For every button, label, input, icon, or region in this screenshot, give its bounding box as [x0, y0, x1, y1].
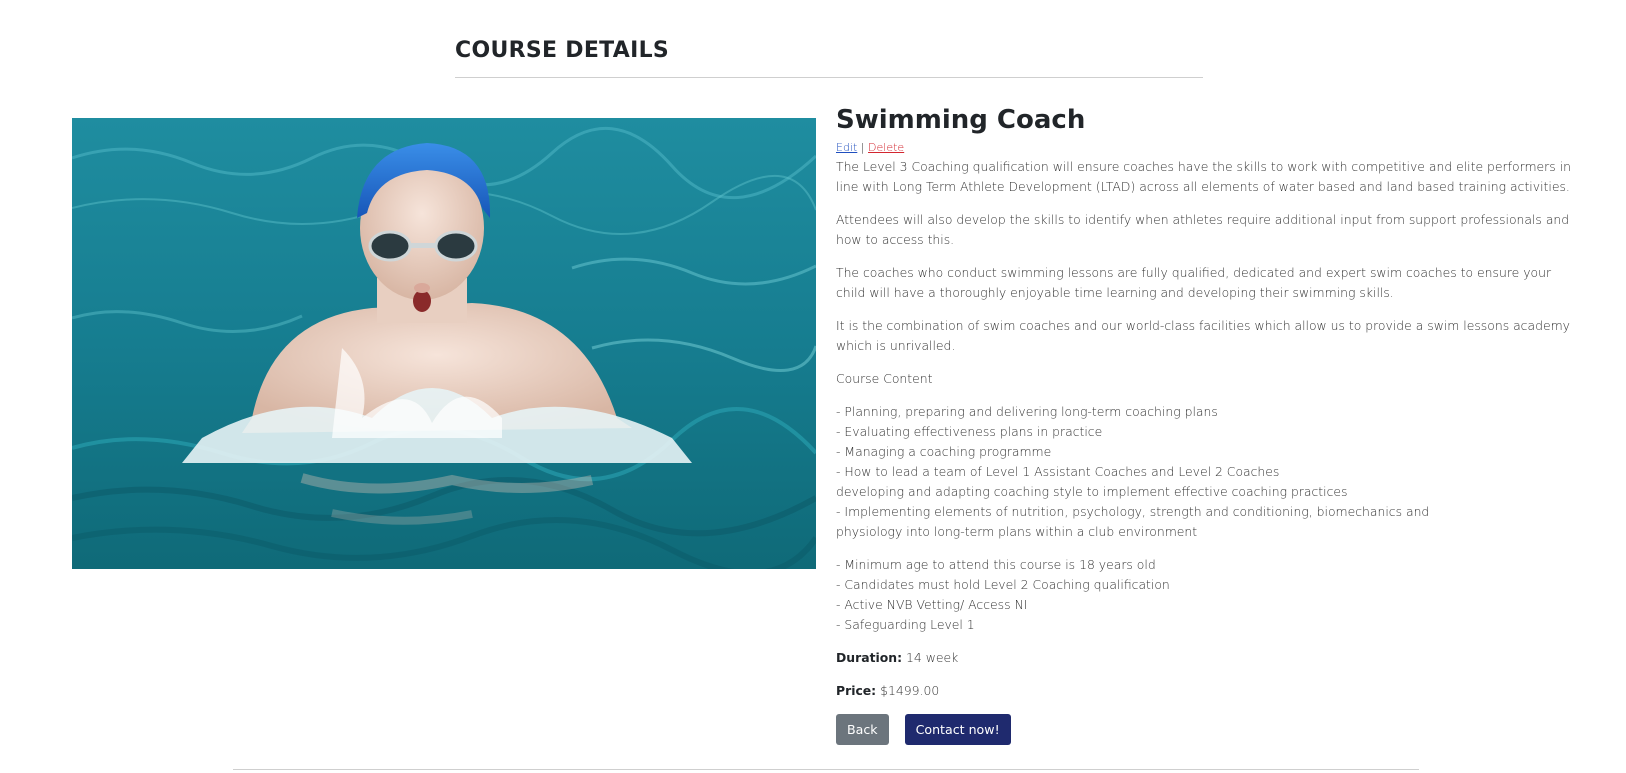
- list-item: - Managing a coaching programme: [836, 444, 1052, 459]
- list-item: - Planning, preparing and delivering lon…: [836, 404, 1218, 419]
- list-item: - Active NVB Vetting/ Access NI: [836, 597, 1028, 612]
- link-separator: |: [860, 141, 865, 154]
- list-item: - Implementing elements of nutrition, ps…: [836, 504, 1430, 519]
- course-content-heading: Course Content: [836, 371, 933, 386]
- list-item: - How to lead a team of Level 1 Assistan…: [836, 464, 1280, 479]
- course-details-page: COURSE DETAILS Swimming Coach Edit | Del…: [0, 0, 1626, 773]
- list-item: - Safeguarding Level 1: [836, 617, 975, 632]
- delete-link[interactable]: Delete: [868, 141, 904, 154]
- description-paragraph: The Level 3 Coaching qualification will …: [836, 159, 1571, 194]
- requirements-list: - Minimum age to attend this course is 1…: [836, 555, 1576, 635]
- edit-link[interactable]: Edit: [836, 141, 857, 154]
- list-item: - Minimum age to attend this course is 1…: [836, 557, 1156, 572]
- course-content-list: - Planning, preparing and delivering lon…: [836, 402, 1576, 542]
- footer-divider: [233, 769, 1419, 770]
- list-item: - Candidates must hold Level 2 Coaching …: [836, 577, 1170, 592]
- list-item: physiology into long-term plans within a…: [836, 524, 1198, 539]
- duration-value: 14 week: [906, 650, 959, 665]
- section-heading: COURSE DETAILS: [455, 38, 1203, 78]
- duration-row: Duration: 14 week: [836, 648, 1576, 668]
- swimmer-illustration: [72, 118, 816, 569]
- price-value: $1499.00: [880, 683, 940, 698]
- course-title: Swimming Coach: [836, 105, 1086, 135]
- action-buttons: Back Contact now!: [836, 714, 1576, 745]
- duration-label: Duration:: [836, 650, 903, 665]
- contact-now-button[interactable]: Contact now!: [904, 714, 1011, 745]
- list-item: - Evaluating effectiveness plans in prac…: [836, 424, 1103, 439]
- admin-links: Edit | Delete: [836, 141, 1576, 155]
- course-image: [72, 118, 816, 569]
- description-paragraph: It is the combination of swim coaches an…: [836, 318, 1570, 353]
- price-label: Price:: [836, 683, 877, 698]
- price-row: Price: $1499.00: [836, 681, 1576, 701]
- description-paragraph: The coaches who conduct swimming lessons…: [836, 265, 1552, 300]
- description-paragraph: Attendees will also develop the skills t…: [836, 212, 1570, 247]
- course-details-panel: Swimming Coach Edit | Delete The Level 3…: [836, 103, 1576, 745]
- back-button[interactable]: Back: [836, 714, 889, 745]
- list-item: developing and adapting coaching style t…: [836, 484, 1348, 499]
